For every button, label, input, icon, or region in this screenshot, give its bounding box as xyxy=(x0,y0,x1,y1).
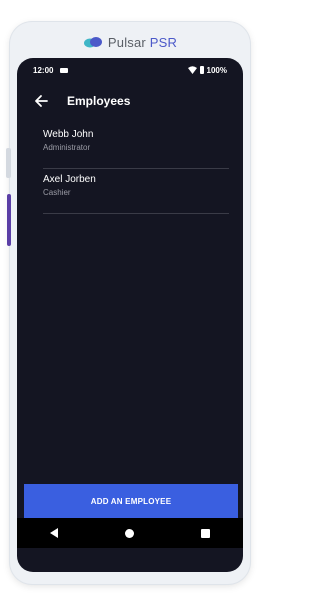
android-nav-bar xyxy=(17,518,243,548)
employee-role: Administrator xyxy=(43,143,91,152)
wifi-icon xyxy=(187,66,197,74)
employee-item-webb-john[interactable]: Webb John Administrator xyxy=(43,124,229,169)
side-button-accent xyxy=(7,194,11,246)
employee-name: Webb John xyxy=(43,129,94,140)
page-title: Employees xyxy=(67,94,131,108)
triangle-back-icon[interactable] xyxy=(50,528,59,538)
status-bar: 12:00 100% xyxy=(17,58,243,82)
employee-item-axel-jorben[interactable]: Axel Jorben Cashier xyxy=(43,169,229,214)
pulsar-cloud-logo-icon xyxy=(83,37,102,48)
employee-list: Webb John Administrator Axel Jorben Cash… xyxy=(43,124,229,214)
square-recent-icon[interactable] xyxy=(200,528,210,538)
side-button-volume xyxy=(6,148,11,178)
battery-level: 100% xyxy=(206,65,227,75)
employee-name: Axel Jorben xyxy=(43,174,96,185)
status-time: 12:00 xyxy=(33,65,54,75)
phone-screen: 12:00 100% Employees Webb John Administr… xyxy=(17,58,243,572)
app-bar: Employees xyxy=(17,82,243,120)
employee-role: Cashier xyxy=(43,188,71,197)
add-employee-button[interactable]: ADD AN EMPLOYEE xyxy=(24,484,238,518)
battery-icon xyxy=(199,66,204,74)
arrow-left-icon[interactable] xyxy=(34,94,48,108)
cast-icon xyxy=(60,67,69,73)
brand-name: Pulsar PSR xyxy=(107,34,178,50)
brand-header: Pulsar PSR xyxy=(0,34,260,50)
circle-home-icon[interactable] xyxy=(124,528,134,538)
